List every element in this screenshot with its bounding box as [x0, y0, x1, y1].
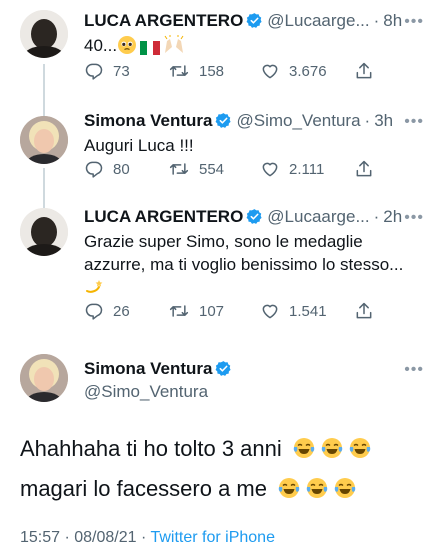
tweet-footer: 15:57 · 08/08/21 · Twitter for iPhone: [20, 528, 275, 548]
tears-of-joy-emoji-icon: [333, 475, 357, 511]
verified-badge-icon: [246, 208, 263, 231]
heart-icon: [262, 64, 278, 79]
retweet-icon: [169, 163, 189, 175]
tweet-text-line: magari lo facessero a me: [20, 476, 267, 501]
retweet-button[interactable]: 107: [168, 301, 260, 321]
verified-badge-icon: [215, 360, 232, 383]
separator-dot: ·: [373, 11, 380, 30]
tears-of-joy-emoji-icon: [348, 435, 372, 471]
tweet-text-body: 40...: [84, 36, 118, 55]
like-count: 3.676: [289, 62, 327, 80]
retweet-count: 554: [199, 160, 225, 178]
tears-of-joy-emoji-icon: [305, 475, 329, 511]
avatar[interactable]: [20, 208, 68, 256]
tears-of-joy-emoji-icon: [292, 435, 316, 471]
share-button[interactable]: [354, 159, 374, 179]
retweet-button[interactable]: 554: [168, 159, 260, 179]
tweet-text-line: Ahahhaha ti ho tolto 3 anni: [20, 436, 282, 461]
like-count: 2.111: [289, 160, 325, 178]
italy-flag-emoji-icon: [140, 38, 161, 61]
tears-of-joy-emoji-icon: [320, 435, 344, 471]
tweet-text: 40...: [84, 34, 424, 61]
tweet-text: Auguri Luca !!!: [84, 136, 194, 155]
author-name[interactable]: Simona Ventura: [84, 359, 212, 378]
avatar[interactable]: [20, 116, 68, 164]
author-name[interactable]: LUCA ARGENTERO: [84, 11, 243, 30]
reply-count: 80: [113, 160, 130, 178]
share-icon: [356, 62, 372, 79]
share-button[interactable]: [354, 61, 374, 81]
author-handle[interactable]: @Lucaarge...: [267, 207, 369, 226]
raising-hands-emoji-icon: [163, 35, 185, 61]
more-options-icon[interactable]: •••: [404, 360, 424, 380]
like-count: 1.541: [289, 302, 327, 320]
reply-icon: [85, 63, 103, 80]
retweet-icon: [169, 65, 189, 77]
timestamp[interactable]: 8h: [383, 11, 402, 30]
tweet-actions: 73 158 3.676: [84, 59, 374, 83]
share-button[interactable]: [354, 301, 374, 321]
reply-button[interactable]: 73: [84, 61, 168, 81]
heart-icon: [262, 304, 278, 319]
separator-dot: ·: [364, 111, 371, 130]
reply-count: 73: [113, 62, 130, 80]
reply-icon: [85, 303, 103, 320]
tears-of-joy-emoji-icon: [277, 475, 301, 511]
retweet-button[interactable]: 158: [168, 61, 260, 81]
reply-button[interactable]: 80: [84, 159, 168, 179]
author-name[interactable]: Simona Ventura: [84, 111, 212, 130]
like-button[interactable]: 2.111: [260, 159, 354, 179]
more-options-icon[interactable]: •••: [404, 12, 424, 32]
author-handle[interactable]: @Simo_Ventura: [236, 111, 360, 130]
retweet-count: 107: [199, 302, 225, 320]
like-button[interactable]: 3.676: [260, 61, 354, 81]
avatar[interactable]: [20, 354, 68, 402]
tweet-text: Ahahhaha ti ho tolto 3 anni magari lo fa…: [20, 431, 430, 511]
reply-count: 26: [113, 302, 130, 320]
verified-badge-icon: [246, 12, 263, 35]
pleading-face-emoji-icon: [117, 35, 137, 61]
more-options-icon[interactable]: •••: [404, 112, 424, 132]
reply-button[interactable]: 26: [84, 301, 168, 321]
heart-icon: [262, 162, 278, 177]
tweet-actions: 80 554 2.111: [84, 157, 374, 181]
thread-line: [43, 64, 45, 116]
tweet-source-link[interactable]: Twitter for iPhone: [150, 529, 275, 546]
share-icon: [356, 160, 372, 177]
timestamp[interactable]: 3h: [374, 111, 393, 130]
tweet-actions: 26 107 1.541: [84, 299, 374, 323]
author-handle[interactable]: @Lucaarge...: [267, 11, 369, 30]
author-name[interactable]: LUCA ARGENTERO: [84, 207, 243, 226]
like-button[interactable]: 1.541: [260, 301, 354, 321]
avatar[interactable]: [20, 10, 68, 58]
retweet-icon: [169, 305, 189, 317]
author-handle[interactable]: @Simo_Ventura: [84, 381, 208, 403]
retweet-count: 158: [199, 62, 225, 80]
separator-dot: ·: [373, 207, 380, 226]
timestamp[interactable]: 2h: [383, 207, 402, 226]
tweet-text-line: azzurre, ma ti voglio benissimo lo stess…: [84, 255, 404, 274]
more-options-icon[interactable]: •••: [404, 208, 424, 228]
tweet-timestamp[interactable]: 15:57 · 08/08/21 ·: [20, 529, 146, 546]
tweet-text-line: Grazie super Simo, sono le medaglie: [84, 232, 363, 251]
share-icon: [356, 302, 372, 319]
reply-icon: [85, 161, 103, 178]
verified-badge-icon: [215, 112, 232, 135]
tweet-text: Grazie super Simo, sono le medaglie azzu…: [84, 230, 424, 303]
thread-line: [43, 168, 45, 208]
